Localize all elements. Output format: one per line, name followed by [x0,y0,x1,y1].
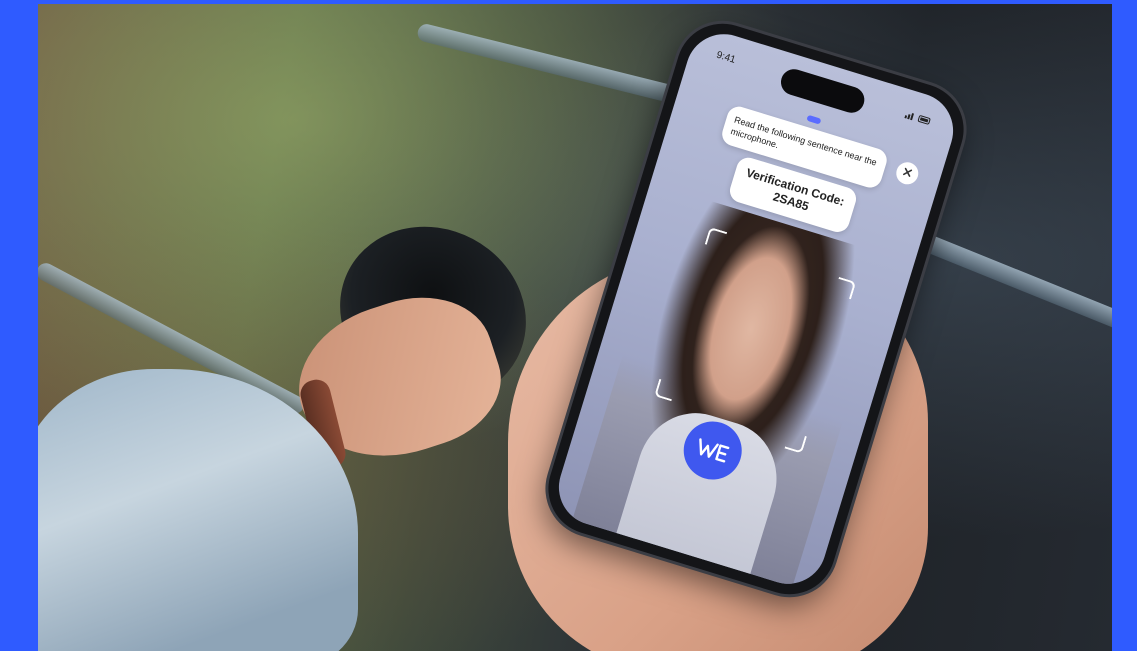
signal-battery-icon [904,113,931,125]
page-indicator [806,114,822,125]
status-icons [904,109,934,128]
photo-frame: 9:41 Read the following sentence near th… [38,4,1112,651]
status-time: 9:41 [714,49,737,66]
close-icon [903,167,913,177]
we-logo-icon [699,438,730,463]
close-button[interactable] [893,159,922,188]
dynamic-island [777,65,868,116]
